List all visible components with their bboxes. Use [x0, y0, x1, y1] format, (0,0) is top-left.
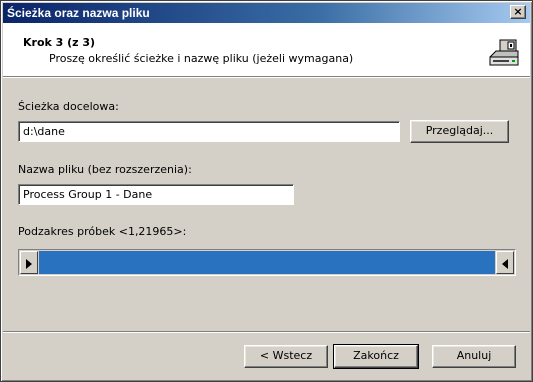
step-subtitle: Proszę określić ścieżke i nazwę pliku (j… — [49, 52, 354, 65]
header-separator — [3, 76, 530, 78]
path-label: Ścieżka docelowa: — [18, 100, 119, 113]
path-input[interactable]: d:\dane — [18, 121, 400, 142]
browse-button[interactable]: Przeglądaj... — [410, 120, 509, 143]
range-selection — [39, 251, 495, 274]
range-start-handle[interactable] — [20, 251, 38, 274]
close-icon: × — [513, 5, 523, 18]
back-button[interactable]: < Wstecz — [244, 345, 328, 368]
finish-button[interactable]: Zakończ — [333, 344, 419, 369]
filename-input[interactable]: Process Group 1 - Dane — [18, 184, 294, 205]
disk-drive-icon — [489, 39, 519, 66]
window-title: Ścieżka oraz nazwa pliku — [7, 6, 150, 20]
step-title: Krok 3 (z 3) — [23, 36, 96, 49]
wizard-dialog: Ścieżka oraz nazwa pliku × Krok 3 (z 3) … — [0, 0, 533, 382]
filename-label: Nazwa pliku (bez rozszerzenia): — [18, 163, 192, 176]
range-label: Podzakres próbek <1,21965>: — [18, 225, 187, 238]
footer-separator — [3, 331, 530, 333]
sample-range-slider[interactable] — [18, 249, 516, 276]
arrow-left-icon — [502, 259, 508, 269]
title-bar[interactable]: Ścieżka oraz nazwa pliku × — [3, 3, 530, 23]
wizard-header: Krok 3 (z 3) Proszę określić ścieżke i n… — [3, 23, 530, 76]
close-button[interactable]: × — [510, 5, 526, 19]
range-end-handle[interactable] — [496, 251, 514, 274]
cancel-button[interactable]: Anuluj — [432, 345, 516, 368]
arrow-right-icon — [26, 259, 32, 269]
